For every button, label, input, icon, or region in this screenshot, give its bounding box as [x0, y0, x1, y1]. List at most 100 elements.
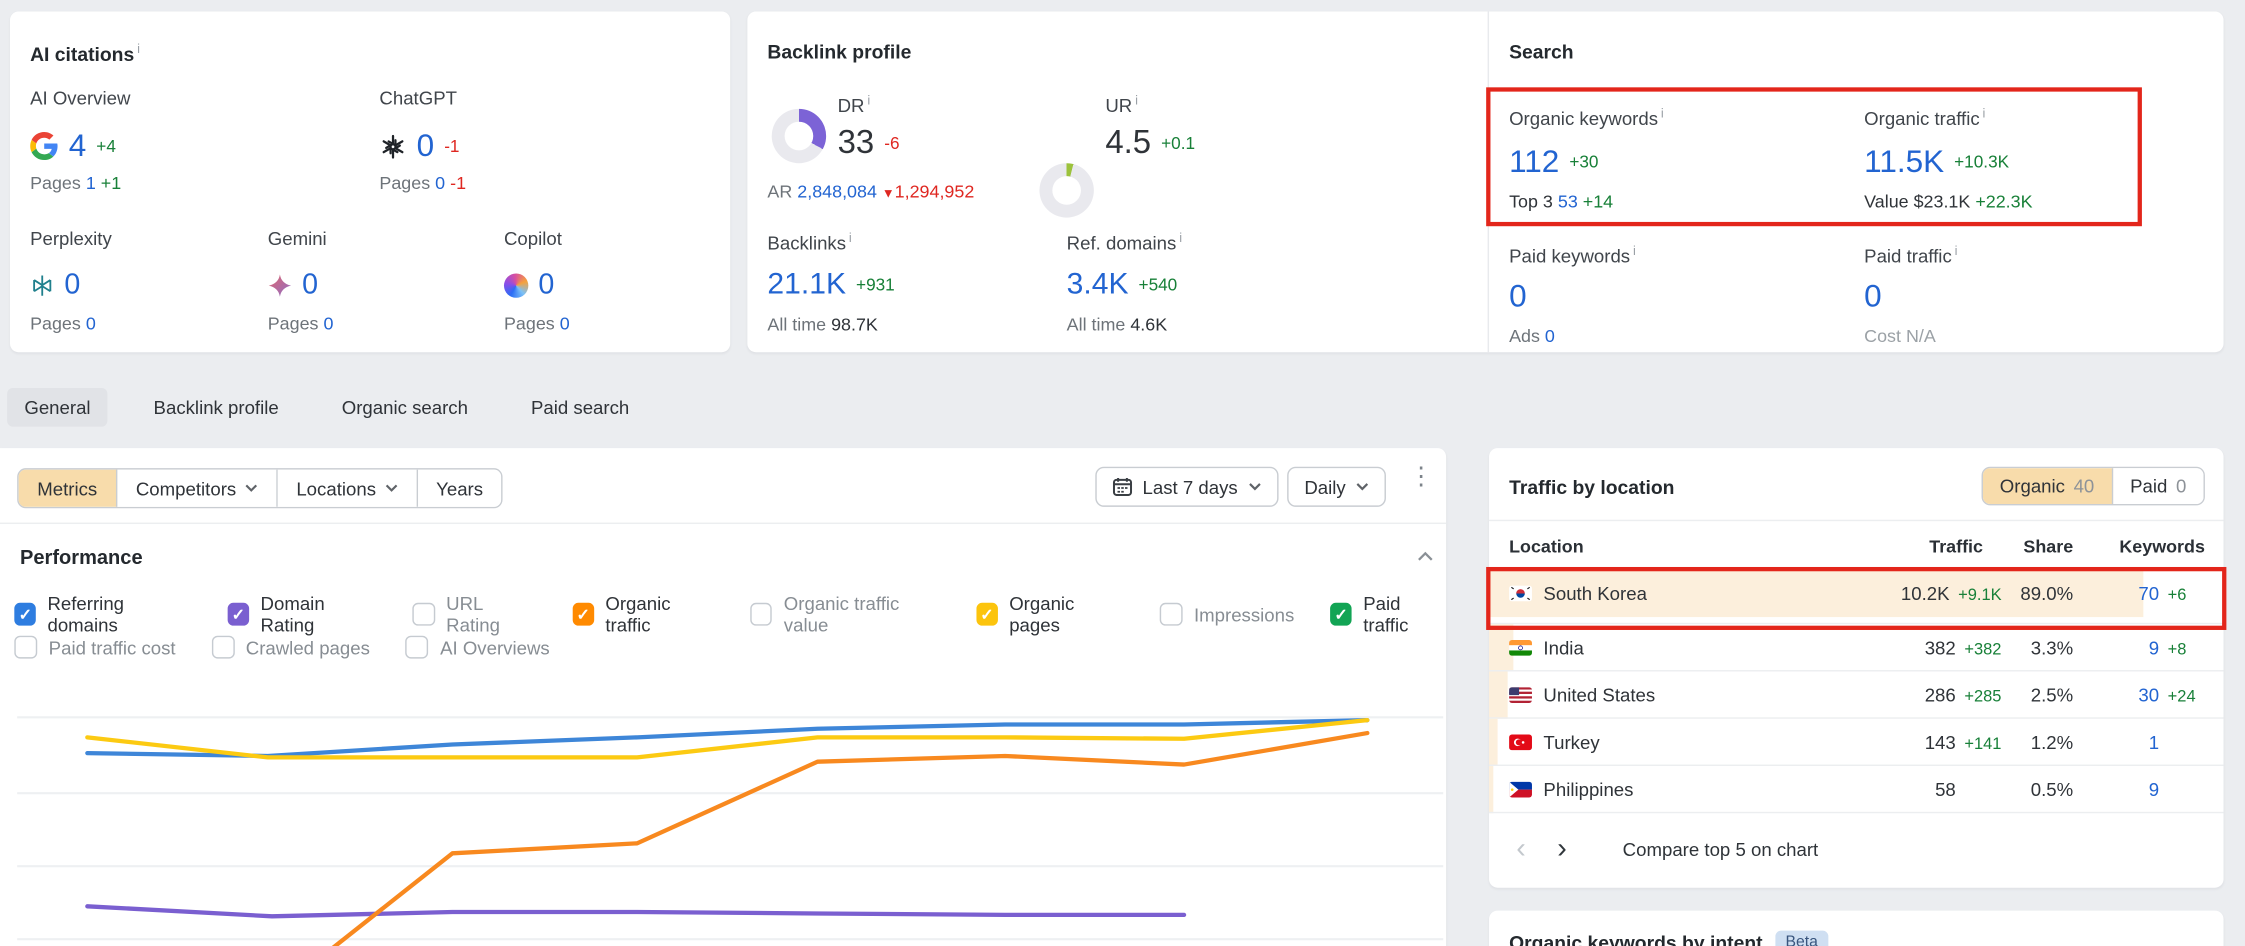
organic-keywords-label: Organic keywordsi — [1509, 106, 1664, 129]
tab-general[interactable]: General — [7, 388, 108, 427]
segment-locations[interactable]: Locations — [278, 470, 418, 507]
metric-checkbox-paid-traffic-cost[interactable]: Paid traffic cost — [14, 636, 175, 659]
metric-checkbox-label: Organic pages — [1009, 593, 1124, 636]
keywords-by-intent-card: Organic keywords by intent Beta — [1489, 911, 2223, 946]
chevron-down-icon — [245, 484, 258, 493]
dr-value: 33 — [838, 123, 875, 162]
keywords-link[interactable]: 9 — [2149, 779, 2159, 800]
organic-traffic-value[interactable]: 11.5K — [1864, 143, 1944, 180]
metric-checkbox-label: Domain Rating — [261, 593, 378, 636]
report-tabs: General Backlink profile Organic search … — [7, 388, 646, 427]
metric-checkbox-impressions[interactable]: Impressions — [1160, 603, 1295, 626]
location-row-india[interactable]: India 382+382 3.3% 9+8 — [1489, 623, 2223, 672]
copilot-value[interactable]: 0 — [538, 269, 554, 302]
organic-traffic-label: Organic traffici — [1864, 106, 1985, 129]
chart-line-domain-rating — [87, 906, 1184, 916]
checked-checkbox-icon[interactable]: ✓ — [976, 603, 998, 626]
organic-keywords-value[interactable]: 112 — [1509, 143, 1559, 180]
ref-domains-alltime: All time 4.6K — [1067, 315, 1167, 335]
checked-checkbox-icon[interactable]: ✓ — [227, 603, 249, 626]
chatgpt-value[interactable]: 0 — [417, 127, 435, 164]
metric-checkbox-crawled-pages[interactable]: Crawled pages — [211, 636, 370, 659]
unchecked-checkbox-icon[interactable] — [211, 636, 234, 659]
metric-checkbox-ai-overviews[interactable]: AI Overviews — [406, 636, 550, 659]
ref-domains-value[interactable]: 3.4K — [1067, 268, 1129, 302]
metric-checkbox-label: URL Rating — [446, 593, 536, 636]
ai-citations-title: AI citationsi — [30, 42, 140, 66]
column-header-share[interactable]: Share — [2023, 537, 2073, 557]
column-header-location[interactable]: Location — [1509, 537, 1584, 557]
info-icon[interactable]: i — [1955, 243, 1958, 257]
perplexity-value-row: 0 — [30, 269, 80, 302]
metric-checkbox-organic-traffic[interactable]: ✓Organic traffic — [572, 593, 715, 636]
segment-metrics[interactable]: Metrics — [19, 470, 118, 507]
ai-overview-value[interactable]: 4 — [69, 127, 87, 164]
toggle-paid[interactable]: Paid0 — [2113, 468, 2204, 504]
ar-value[interactable]: 2,848,084 — [797, 182, 877, 202]
metric-checkbox-label: AI Overviews — [440, 636, 550, 657]
location-row-united-states[interactable]: United States 286+285 2.5% 30+24 — [1489, 670, 2223, 719]
compare-top5-button[interactable]: Compare top 5 on chart — [1623, 838, 1819, 859]
column-header-keywords[interactable]: Keywords — [2119, 537, 2205, 557]
collapse-chevron-up-icon[interactable] — [1417, 551, 1433, 561]
info-icon[interactable]: i — [137, 42, 140, 56]
keywords-link[interactable]: 30 — [2138, 684, 2159, 705]
keywords-link[interactable]: 1 — [2149, 732, 2159, 753]
ar-row: AR 2,848,084 ▼1,294,952 — [767, 182, 974, 202]
segment-years[interactable]: Years — [418, 470, 502, 507]
down-triangle-icon: ▼ — [882, 186, 895, 200]
location-row-philippines[interactable]: Philippines 58 0.5% 9 — [1489, 765, 2223, 814]
info-icon[interactable]: i — [1135, 93, 1138, 107]
tab-backlink-profile[interactable]: Backlink profile — [136, 388, 296, 427]
metric-checkbox-paid-traffic[interactable]: ✓Paid traffic — [1330, 593, 1446, 636]
info-icon[interactable]: i — [1661, 106, 1664, 120]
tab-organic-search[interactable]: Organic search — [325, 388, 486, 427]
segment-competitors[interactable]: Competitors — [117, 470, 277, 507]
performance-chart[interactable] — [0, 673, 1446, 946]
info-icon[interactable]: i — [849, 231, 852, 245]
info-icon[interactable]: i — [867, 93, 870, 107]
chevron-down-icon — [1248, 483, 1261, 492]
kebab-menu-icon[interactable]: ⋮ — [1409, 472, 1433, 481]
unchecked-checkbox-icon[interactable] — [1160, 603, 1183, 626]
unchecked-checkbox-icon[interactable] — [14, 636, 37, 659]
paid-keywords-label: Paid keywordsi — [1509, 243, 1636, 266]
unchecked-checkbox-icon[interactable] — [751, 603, 773, 626]
metric-checkbox-url-rating[interactable]: URL Rating — [413, 593, 536, 636]
gemini-value[interactable]: 0 — [302, 269, 318, 302]
checked-checkbox-icon[interactable]: ✓ — [1330, 603, 1352, 626]
backlinks-value[interactable]: 21.1K — [767, 268, 846, 302]
info-icon[interactable]: i — [1983, 106, 1986, 120]
column-header-traffic[interactable]: Traffic — [1929, 537, 1983, 557]
metric-checkbox-organic-pages[interactable]: ✓ Organic pages — [976, 593, 1124, 636]
location-row-south-korea[interactable]: South Korea 10.2K+9.1K 89.0% 70+6 — [1489, 570, 2223, 617]
google-icon — [30, 132, 59, 161]
checked-checkbox-icon[interactable]: ✓ — [572, 603, 594, 626]
keywords-link[interactable]: 9 — [2149, 637, 2159, 658]
metric-checkbox-organic-traffic-value[interactable]: Organic traffic value — [751, 593, 941, 636]
paid-keywords-sub: Ads 0 — [1509, 326, 1555, 346]
unchecked-checkbox-icon[interactable] — [406, 636, 429, 659]
ur-donut-chart — [1039, 163, 1093, 217]
unchecked-checkbox-icon[interactable] — [413, 603, 435, 626]
perplexity-value[interactable]: 0 — [64, 269, 80, 302]
next-page-button[interactable]: › — [1557, 836, 1567, 862]
gemini-icon — [268, 273, 292, 297]
location-row-turkey[interactable]: Turkey 143+141 1.2% 1 — [1489, 717, 2223, 766]
metric-checkbox-label: Paid traffic cost — [49, 636, 176, 657]
perplexity-icon — [30, 273, 54, 297]
info-icon[interactable]: i — [1179, 231, 1182, 245]
prev-page-button[interactable]: ‹ — [1516, 836, 1526, 862]
checked-checkbox-icon[interactable]: ✓ — [14, 603, 36, 626]
toggle-organic[interactable]: Organic40 — [1983, 468, 2113, 504]
granularity-button[interactable]: Daily — [1287, 467, 1386, 507]
metric-checkbox-row-1: ✓Referring domains✓Domain RatingURL Rati… — [14, 593, 1446, 636]
info-icon[interactable]: i — [1633, 243, 1636, 257]
date-range-button[interactable]: Last 7 days — [1095, 467, 1278, 507]
paid-keywords-value[interactable]: 0 — [1509, 278, 1527, 315]
metric-checkbox-domain-rating[interactable]: ✓ Domain Rating — [227, 593, 377, 636]
paid-traffic-value[interactable]: 0 — [1864, 278, 1882, 315]
metric-checkbox-referring-domains[interactable]: ✓Referring domains — [14, 593, 191, 636]
keywords-link[interactable]: 70 — [2138, 583, 2159, 604]
tab-paid-search[interactable]: Paid search — [514, 388, 647, 427]
